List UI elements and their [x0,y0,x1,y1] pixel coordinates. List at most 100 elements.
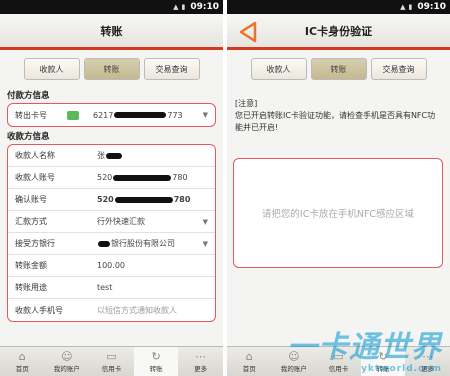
payer-card-label: 转出卡号 [15,110,47,120]
confirm-account-value: 520 780 [97,195,190,204]
nav-label: 更多 [421,364,435,373]
nav-label: 更多 [194,364,208,373]
battery-icon: ▮ [181,3,186,11]
status-time: 09:10 [417,2,446,12]
nav-label: 我的账户 [53,364,80,373]
transfer-icon: ↻ [378,349,388,363]
amount-row[interactable]: 转账金额 100.00 [8,255,215,277]
bottom-nav: ⌂ 首页 ☺ 我的账户 ▭ 信用卡 ↻ 转账 ⋯ 更多 [227,346,450,376]
nfc-notice: [注意] 您已开启转账IC卡验证功能，请检查手机是否具有NFC功能并已开启! [227,86,450,134]
receiving-bank-value: 银行股份有限公司 [97,238,175,249]
remit-method-row[interactable]: 汇款方式 行外快速汇款 ▼ [8,211,215,233]
transfer-icon: ↻ [151,349,161,363]
purpose-row[interactable]: 转账用途 test [8,277,215,299]
redaction [114,112,167,118]
status-bar: ▲ ▮ 09:10 [0,0,223,14]
redaction [98,240,110,247]
phone-input[interactable]: 以短信方式通知收款人 [97,305,177,316]
payer-section-title: 付款方信息 [7,91,50,101]
payee-account-row[interactable]: 收款人账号 520 780 [8,167,215,189]
notice-text: 您已开启转账IC卡验证功能，请检查手机是否具有NFC功能并已开启! [235,111,436,132]
nav-label: 转账 [149,364,163,373]
bottom-nav: ⌂ 首页 ☺ 我的账户 ▭ 信用卡 ↻ 转账 ⋯ 更多 [0,346,223,376]
tab-bar: 收款人 转账 交易查询 [227,50,450,86]
tab-transfer[interactable]: 转账 [83,58,140,80]
chevron-down-icon: ▼ [202,239,208,248]
field-label: 转账用途 [15,283,47,292]
home-icon: ⌂ [245,349,253,363]
field-label: 转账金额 [15,261,47,270]
purpose-input[interactable]: test [97,283,112,292]
ic-card-verify-screen: ▲ ▮ 09:10 IC卡身份验证 收款人 转账 交易查询 [注意] 您已开启转… [227,0,450,376]
nav-transfer[interactable]: ↻ 转账 [360,347,406,376]
payee-name-value: 张 [97,150,123,161]
field-label: 收款人手机号 [15,305,63,315]
remit-method-value: 行外快速汇款 [97,217,145,226]
chevron-down-icon: ▼ [202,111,208,119]
nav-label: 首页 [242,364,256,373]
nav-home[interactable]: ⌂ 首页 [0,347,45,376]
transfer-screen: ▲ ▮ 09:10 转账 收款人 转账 交易查询 付款方信息 转出卡号 6217… [0,0,223,376]
payee-name-row[interactable]: 收款人名称 张 [8,145,215,167]
nav-credit-card[interactable]: ▭ 信用卡 [89,347,134,376]
battery-icon: ▮ [408,3,413,11]
bank-name: 银行股份有限公司 [111,239,175,248]
tab-query[interactable]: 交易查询 [370,58,427,80]
card-icon [67,110,79,120]
nfc-area[interactable]: 请把您的IC卡放在手机NFC感应区域 [233,158,443,268]
tab-bar: 收款人 转账 交易查询 [0,50,223,86]
chevron-down-icon: ▼ [202,217,208,226]
field-label: 接受方银行 [15,239,55,248]
payee-box: 收款人名称 张 收款人账号 520 780 确认账号 520 780 汇款方式 [7,144,216,322]
status-bar: ▲ ▮ 09:10 [227,0,450,14]
nav-label: 首页 [15,364,29,373]
redaction [113,174,172,181]
notice-heading: [注意] [235,99,258,108]
nav-label: 信用卡 [328,364,349,373]
home-icon: ⌂ [18,349,26,363]
nav-label: 我的账户 [280,364,307,373]
field-label: 收款人名称 [15,151,55,160]
field-label: 收款人账号 [15,173,55,182]
tab-transfer[interactable]: 转账 [310,58,367,80]
receiving-bank-row[interactable]: 接受方银行 银行股份有限公司 ▼ [8,233,215,255]
user-icon: ☺ [61,349,73,363]
payer-card-row[interactable]: 转出卡号 6217 773 ▼ [8,104,215,126]
title-bar: 转账 [0,14,223,50]
payee-section-title: 收款方信息 [7,132,50,142]
user-icon: ☺ [288,349,300,363]
payer-card-value: 6217 773 [93,111,183,120]
nav-home[interactable]: ⌂ 首页 [227,347,272,376]
tab-payee[interactable]: 收款人 [250,58,307,80]
more-icon: ⋯ [422,349,434,363]
field-label: 汇款方式 [15,217,47,226]
card-number-prefix: 6217 [93,110,114,120]
more-icon: ⋯ [195,349,207,363]
confirm-account-row[interactable]: 确认账号 520 780 [8,189,215,211]
amount-input[interactable]: 100.00 [97,261,125,270]
back-arrow-icon[interactable] [237,21,259,43]
nav-credit-card[interactable]: ▭ 信用卡 [316,347,361,376]
signal-icon: ▲ [173,3,179,11]
tab-query[interactable]: 交易查询 [143,58,200,80]
phone-row[interactable]: 收款人手机号 以短信方式通知收款人 [8,299,215,321]
value-prefix: 520 [97,173,113,182]
nav-label: 转账 [376,364,390,373]
payer-box: 转出卡号 6217 773 ▼ [7,103,216,127]
nfc-prompt: 请把您的IC卡放在手机NFC感应区域 [261,209,415,220]
signal-icon: ▲ [400,3,406,11]
title-bar: IC卡身份验证 [227,14,450,50]
redaction [106,152,122,159]
nav-label: 信用卡 [101,364,122,373]
status-time: 09:10 [190,2,219,12]
page-title: 转账 [100,24,123,38]
nav-account[interactable]: ☺ 我的账户 [45,347,90,376]
nav-more[interactable]: ⋯ 更多 [405,347,450,376]
value-prefix: 张 [97,151,105,160]
nav-more[interactable]: ⋯ 更多 [178,347,223,376]
value-suffix: 780 [172,173,188,182]
nav-transfer[interactable]: ↻ 转账 [133,347,179,376]
nav-account[interactable]: ☺ 我的账户 [272,347,317,376]
payee-account-value: 520 780 [97,173,188,182]
tab-payee[interactable]: 收款人 [23,58,80,80]
